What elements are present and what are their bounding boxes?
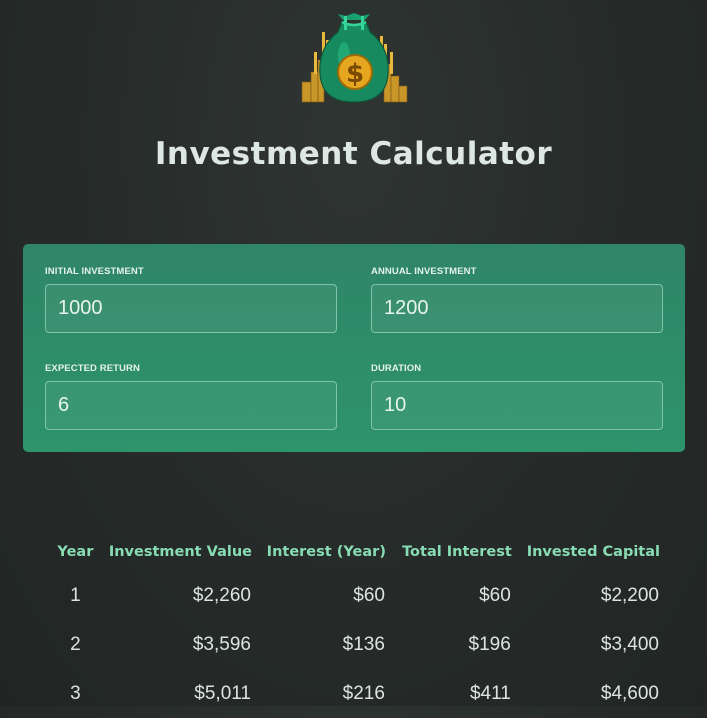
initial-investment-input[interactable] bbox=[45, 284, 337, 333]
initial-investment-label: INITIAL INVESTMENT bbox=[45, 266, 144, 277]
investment-value-cell: $3,596 bbox=[192, 633, 251, 655]
invested-capital-cell: $2,200 bbox=[600, 584, 659, 606]
input-panel: INITIAL INVESTMENT ANNUAL INVESTMENT EXP… bbox=[23, 244, 685, 452]
year-cell: 1 bbox=[70, 584, 81, 606]
column-header-total-interest: Total Interest bbox=[402, 544, 512, 560]
duration-label: DURATION bbox=[371, 363, 422, 374]
interest-year-cell: $136 bbox=[342, 633, 385, 655]
column-header-investment-value: Investment Value bbox=[108, 544, 252, 560]
annual-investment-field-group: ANNUAL INVESTMENT bbox=[371, 266, 663, 333]
invested-capital-cell: $3,400 bbox=[600, 633, 659, 655]
year-cell: 3 bbox=[70, 682, 81, 704]
duration-input[interactable] bbox=[371, 381, 663, 430]
investment-value-cell: $5,011 bbox=[194, 682, 251, 704]
year-cell: 2 bbox=[70, 633, 81, 655]
interest-year-cell: $60 bbox=[353, 584, 385, 606]
initial-investment-field-group: INITIAL INVESTMENT bbox=[45, 266, 337, 333]
total-interest-cell: $411 bbox=[469, 682, 511, 704]
column-header-invested-capital: Invested Capital bbox=[526, 544, 660, 560]
table-header-row: Year Investment Value Interest (Year) To… bbox=[48, 533, 660, 571]
duration-field-group: DURATION bbox=[371, 363, 663, 430]
results-table: Year Investment Value Interest (Year) To… bbox=[48, 533, 660, 718]
svg-text:$: $ bbox=[346, 59, 364, 89]
expected-return-field-group: EXPECTED RETURN bbox=[45, 363, 337, 430]
interest-year-cell: $216 bbox=[342, 682, 385, 704]
money-bag-icon: $ bbox=[301, 13, 408, 103]
table-row: 2 $3,596 $136 $196 $3,400 bbox=[48, 620, 660, 669]
column-header-year: Year bbox=[57, 544, 94, 560]
total-interest-cell: $60 bbox=[479, 584, 511, 606]
annual-investment-input[interactable] bbox=[371, 284, 663, 333]
expected-return-input[interactable] bbox=[45, 381, 337, 430]
annual-investment-label: ANNUAL INVESTMENT bbox=[371, 266, 477, 277]
table-row: 1 $2,260 $60 $60 $2,200 bbox=[48, 571, 660, 620]
total-interest-cell: $196 bbox=[468, 633, 511, 655]
column-header-interest-year: Interest (Year) bbox=[266, 544, 386, 560]
page-title: Investment Calculator bbox=[154, 136, 553, 172]
table-row: 3 $5,011 $216 $411 $4,600 bbox=[48, 669, 660, 718]
investment-value-cell: $2,260 bbox=[192, 584, 251, 606]
invested-capital-cell: $4,600 bbox=[600, 682, 659, 704]
expected-return-label: EXPECTED RETURN bbox=[45, 363, 140, 374]
